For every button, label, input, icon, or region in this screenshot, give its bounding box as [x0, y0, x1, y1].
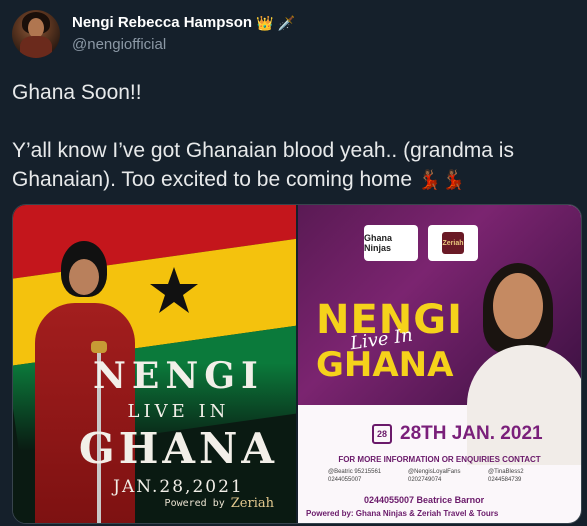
- calendar-icon: 28: [372, 424, 392, 444]
- right-headline-ghana: GHANA: [316, 345, 454, 385]
- media-image-right[interactable]: Ghana Ninjas Zeriah NENGI Live In GHANA …: [298, 205, 581, 523]
- left-powered-by: Powered by Zeriah: [165, 496, 274, 511]
- zeriah-logo: Zeriah: [230, 496, 274, 511]
- black-star-icon: [150, 267, 198, 313]
- tweet-header: Nengi Rebecca Hampson 👑 🗡️ @nengiofficia…: [12, 10, 582, 58]
- tweet-line-1: Ghana Soon!!: [12, 81, 142, 104]
- portrait-body: [467, 345, 581, 465]
- left-poster-title: NENGI LIVE IN GHANA JAN.28,2021: [79, 355, 278, 497]
- media-image-left[interactable]: NENGI LIVE IN GHANA JAN.28,2021 Powered …: [13, 205, 296, 523]
- dagger-icon: 🗡️: [277, 14, 295, 31]
- portrait-face: [493, 273, 543, 339]
- contact-item: @NengisLoyalFans: [408, 469, 461, 475]
- left-powered-label: Powered by: [164, 498, 225, 509]
- contact-item: 0244584739: [488, 477, 522, 483]
- ghana-ninjas-logo: Ghana Ninjas: [364, 225, 418, 261]
- dancer-emoji-icon: 💃🏾💃🏾: [417, 170, 466, 191]
- tweet-text: Ghana Soon!! Y’all know I’ve got Ghanaia…: [12, 78, 577, 195]
- contact-item: @Beatric 95215561: [328, 469, 382, 475]
- phone-line: 0244055007 Beatrice Barnor: [364, 495, 485, 505]
- zeriah-mark: Zeriah: [442, 232, 464, 254]
- user-handle[interactable]: @nengiofficial: [72, 36, 166, 53]
- tweet-line-2: Y’all know I’ve got Ghanaian blood yeah.…: [12, 136, 577, 195]
- crown-icon: 👑: [256, 14, 274, 31]
- display-name[interactable]: Nengi Rebecca Hampson: [72, 14, 252, 31]
- sword-hilt: [91, 341, 107, 353]
- tweet-media[interactable]: NENGI LIVE IN GHANA JAN.28,2021 Powered …: [12, 204, 582, 524]
- right-date-row: 28 28TH JAN. 2021: [372, 423, 543, 445]
- avatar[interactable]: [12, 10, 60, 58]
- right-date: 28TH JAN. 2021: [400, 423, 543, 444]
- contact-item: 0202749074: [408, 477, 442, 483]
- right-powered-by: Powered by: Ghana Ninjas & Zeriah Travel…: [306, 509, 499, 518]
- left-title-live-in: LIVE IN: [127, 401, 230, 422]
- left-title-ghana: GHANA: [78, 424, 278, 473]
- info-heading: FOR MORE INFORMATION OR ENQUIRIES CONTAC…: [338, 455, 541, 464]
- left-date: JAN.28,2021: [113, 477, 244, 497]
- contacts-grid: @Beatric 95215561 @NengisLoyalFans @Tina…: [328, 469, 568, 483]
- avatar-body: [20, 36, 52, 58]
- avatar-face: [28, 18, 44, 38]
- left-title-nengi: NENGI: [93, 355, 264, 397]
- contact-item: 0244055007: [328, 477, 362, 483]
- woman-face: [69, 259, 99, 295]
- name-row: Nengi Rebecca Hampson 👑 🗡️: [72, 14, 295, 31]
- contact-item: @TinaBless2: [488, 469, 524, 475]
